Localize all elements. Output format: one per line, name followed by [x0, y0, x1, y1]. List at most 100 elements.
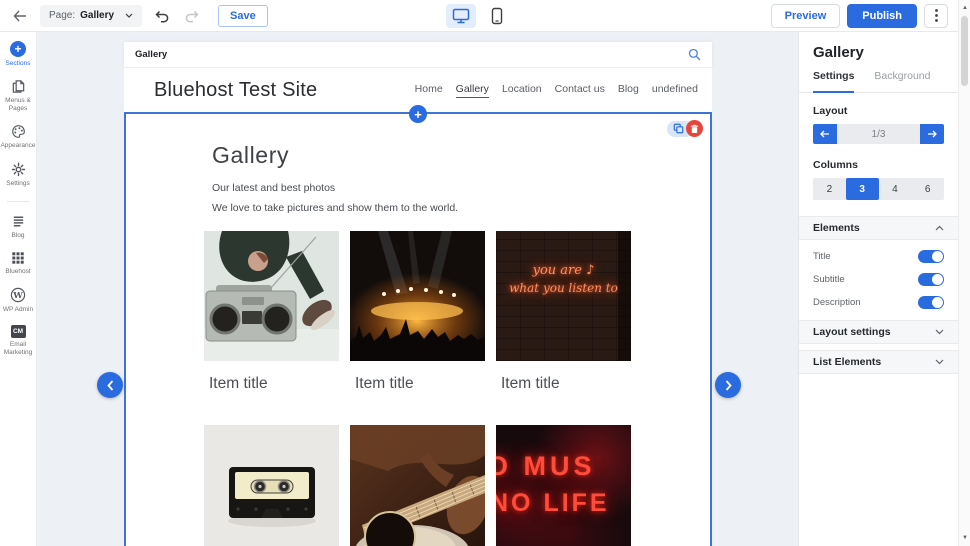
arrow-left-icon — [820, 130, 829, 138]
sidebar-item-email-marketing[interactable]: CM Email Marketing — [0, 325, 37, 357]
gallery-item-title[interactable]: Item title — [204, 361, 339, 425]
gallery-item-title[interactable]: Item title — [496, 361, 631, 425]
wordpress-icon: W — [10, 287, 26, 303]
neon-text-line2: NO LIFE — [496, 489, 610, 517]
tab-background[interactable]: Background — [874, 70, 930, 92]
top-bar: Page: Gallery Save Preview Publish — [0, 0, 958, 32]
search-icon[interactable] — [688, 48, 701, 61]
gallery-section-content: Gallery Our latest and best photos We lo… — [204, 142, 636, 546]
sidebar-item-sections[interactable]: + Sections — [0, 41, 37, 68]
save-button[interactable]: Save — [218, 4, 268, 27]
columns-option-2[interactable]: 2 — [813, 178, 846, 200]
nav-item-contact-us[interactable]: Contact us — [555, 83, 605, 98]
page-selector-dropdown[interactable]: Page: Gallery — [40, 4, 142, 27]
gear-icon — [11, 162, 25, 176]
columns-option-4[interactable]: 4 — [879, 178, 912, 200]
scrollbar-thumb[interactable] — [961, 16, 968, 86]
mobile-view-button[interactable] — [482, 4, 512, 28]
sidebar-item-settings[interactable]: Settings — [0, 162, 37, 188]
nav-item-gallery[interactable]: Gallery — [455, 83, 489, 98]
mobile-icon — [491, 7, 503, 25]
next-section-button[interactable] — [715, 372, 741, 398]
arrow-right-icon — [928, 130, 937, 138]
scroll-up-arrow[interactable]: ▲ — [959, 2, 970, 14]
previous-section-button[interactable] — [97, 372, 123, 398]
redo-button[interactable] — [182, 6, 202, 26]
preview-page-bar: Gallery — [124, 42, 712, 68]
page-selector-label: Page: — [49, 10, 76, 21]
title-toggle[interactable] — [918, 250, 944, 263]
sidebar-item-blog[interactable]: Blog — [0, 214, 37, 240]
selected-gallery-section[interactable]: + Gallery Our latest and best photos We … — [124, 105, 712, 546]
photo-acoustic-guitar — [350, 425, 485, 546]
back-button[interactable] — [10, 6, 30, 26]
toggle-row-subtitle: Subtitle — [813, 268, 944, 291]
publish-button[interactable]: Publish — [847, 3, 917, 28]
preview-page-title: Gallery — [135, 49, 168, 60]
nav-item-blog[interactable]: Blog — [618, 83, 639, 98]
text-lines-icon — [13, 216, 23, 227]
nav-item-location[interactable]: Location — [502, 83, 542, 98]
columns-option-3[interactable]: 3 — [845, 178, 879, 200]
gallery-item[interactable] — [204, 425, 339, 546]
tab-settings[interactable]: Settings — [813, 70, 855, 93]
sidebar-item-appearance[interactable]: Appearance — [0, 124, 37, 150]
gallery-item[interactable]: you are ♪ what you listen to Item title — [496, 231, 631, 425]
gallery-subtitle[interactable]: Our latest and best photos — [212, 182, 636, 194]
preview-button[interactable]: Preview — [770, 3, 841, 28]
redo-icon — [185, 10, 199, 22]
chevron-left-icon — [106, 379, 113, 391]
back-arrow-icon — [13, 10, 26, 21]
gallery-item[interactable]: Item title — [204, 231, 339, 425]
gallery-item[interactable] — [350, 425, 485, 546]
nav-item-home[interactable]: Home — [415, 83, 443, 98]
description-toggle[interactable] — [918, 296, 944, 309]
sidebar-item-wp-admin[interactable]: W WP Admin — [0, 287, 37, 314]
sidebar-item-label: Appearance — [0, 142, 36, 150]
toggle-row-title: Title — [813, 245, 944, 268]
sidebar-item-label: Email Marketing — [3, 341, 33, 357]
gallery-heading[interactable]: Gallery — [212, 142, 636, 169]
gallery-item-title[interactable]: Item title — [350, 361, 485, 425]
layout-value: 1/3 — [837, 124, 920, 144]
subtitle-toggle[interactable] — [918, 273, 944, 286]
site-nav: Home Gallery Location Contact us Blog un… — [415, 83, 698, 98]
chevron-down-icon — [935, 359, 944, 365]
photo-cassette-tape — [204, 425, 339, 546]
page-scrollbar[interactable]: ▲ ▼ — [958, 0, 970, 546]
panel-tabs: Settings Background — [799, 70, 958, 93]
gallery-item[interactable]: O MUS NO LIFE — [496, 425, 631, 546]
layout-settings-section-header[interactable]: Layout settings — [799, 320, 958, 344]
desktop-view-button[interactable] — [446, 4, 476, 28]
site-title[interactable]: Bluehost Test Site — [154, 79, 415, 102]
undo-button[interactable] — [152, 6, 172, 26]
toggle-row-description: Description — [813, 291, 944, 314]
scroll-down-arrow[interactable]: ▼ — [959, 532, 970, 544]
neon-text-line1: you are ♪ — [532, 263, 595, 278]
sidebar-item-label: Blog — [11, 231, 25, 239]
sidebar-item-bluehost[interactable]: Bluehost — [0, 251, 37, 276]
delete-section-button[interactable] — [686, 120, 703, 137]
website-builder-app: Page: Gallery Save Preview Publish + Sec… — [0, 0, 970, 546]
sidebar-item-label: WP Admin — [2, 305, 34, 313]
layout-next-button[interactable] — [920, 124, 944, 144]
sidebar-item-label: Bluehost — [5, 267, 31, 275]
nav-item-undefined[interactable]: undefined — [652, 83, 698, 98]
sidebar-item-label: Settings — [6, 179, 30, 187]
elements-toggle-list: Title Subtitle Description — [813, 240, 944, 320]
layout-previous-button[interactable] — [813, 124, 837, 144]
gallery-item[interactable]: Item title — [350, 231, 485, 425]
left-sidebar: + Sections Menus & Pages Appearance Sett… — [0, 32, 37, 546]
sidebar-item-menus-pages[interactable]: Menus & Pages — [0, 79, 37, 113]
gallery-grid: Item title Item title you are ♪ what you… — [204, 231, 636, 546]
chevron-up-icon — [935, 225, 944, 231]
list-elements-section-header[interactable]: List Elements — [799, 350, 958, 374]
neon-text-line2: what you listen to — [509, 281, 618, 295]
gallery-description[interactable]: We love to take pictures and show them t… — [212, 202, 636, 214]
add-section-button[interactable]: + — [409, 105, 427, 123]
layout-stepper: 1/3 — [813, 124, 944, 144]
elements-section-header[interactable]: Elements — [799, 216, 958, 240]
more-options-button[interactable] — [924, 3, 948, 28]
photo-concert-crowd — [350, 231, 485, 361]
columns-option-6[interactable]: 6 — [911, 178, 944, 200]
